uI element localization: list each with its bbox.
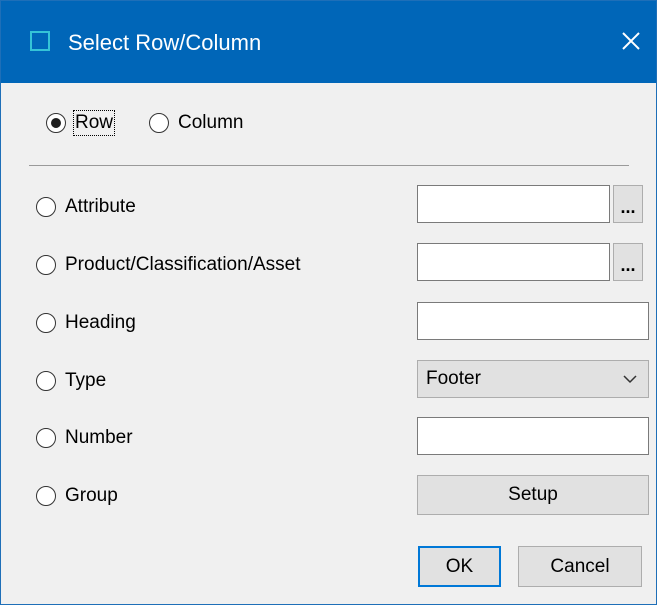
group-radio[interactable]: Group [36, 485, 118, 507]
cancel-button[interactable]: Cancel [518, 546, 642, 587]
attribute-field[interactable] [417, 185, 610, 223]
heading-field[interactable] [417, 302, 649, 340]
product-browse-button[interactable]: ... [613, 243, 643, 281]
type-radio-circle [36, 371, 56, 391]
radio-selected-dot [51, 118, 61, 128]
close-button[interactable] [613, 23, 649, 59]
heading-radio-circle [36, 313, 56, 333]
product-radio-label: Product/Classification/Asset [65, 254, 301, 275]
dialog-title: Select Row/Column [68, 30, 262, 55]
row-radio[interactable]: Row [46, 110, 116, 136]
attribute-radio[interactable]: Attribute [36, 196, 136, 218]
heading-radio[interactable]: Heading [36, 312, 136, 334]
row-radio-circle [46, 113, 66, 133]
title-bar: Select Row/Column [1, 1, 656, 83]
type-select[interactable]: Footer [417, 360, 649, 398]
close-icon [622, 32, 640, 50]
product-radio-circle [36, 255, 56, 275]
row-radio-label: Row [72, 110, 116, 136]
product-radio[interactable]: Product/Classification/Asset [36, 254, 301, 276]
type-radio[interactable]: Type [36, 370, 106, 392]
attribute-browse-button[interactable]: ... [613, 185, 643, 223]
column-radio-label: Column [178, 112, 244, 133]
window-icon [30, 31, 50, 51]
number-radio[interactable]: Number [36, 427, 133, 449]
product-field[interactable] [417, 243, 610, 281]
chevron-down-icon [623, 375, 637, 384]
number-field[interactable] [417, 417, 649, 455]
select-row-column-dialog: Select Row/Column Row Column Attribute .… [0, 0, 657, 605]
column-radio[interactable]: Column [149, 112, 243, 134]
setup-button[interactable]: Setup [417, 475, 649, 515]
divider [29, 165, 629, 166]
attribute-radio-circle [36, 197, 56, 217]
type-radio-label: Type [65, 370, 107, 391]
number-radio-circle [36, 428, 56, 448]
ok-button[interactable]: OK [418, 546, 501, 587]
number-radio-label: Number [65, 427, 133, 448]
group-radio-circle [36, 486, 56, 506]
column-radio-circle [149, 113, 169, 133]
type-select-value: Footer [426, 368, 481, 389]
heading-radio-label: Heading [65, 312, 136, 333]
attribute-radio-label: Attribute [65, 196, 136, 217]
group-radio-label: Group [65, 485, 118, 506]
